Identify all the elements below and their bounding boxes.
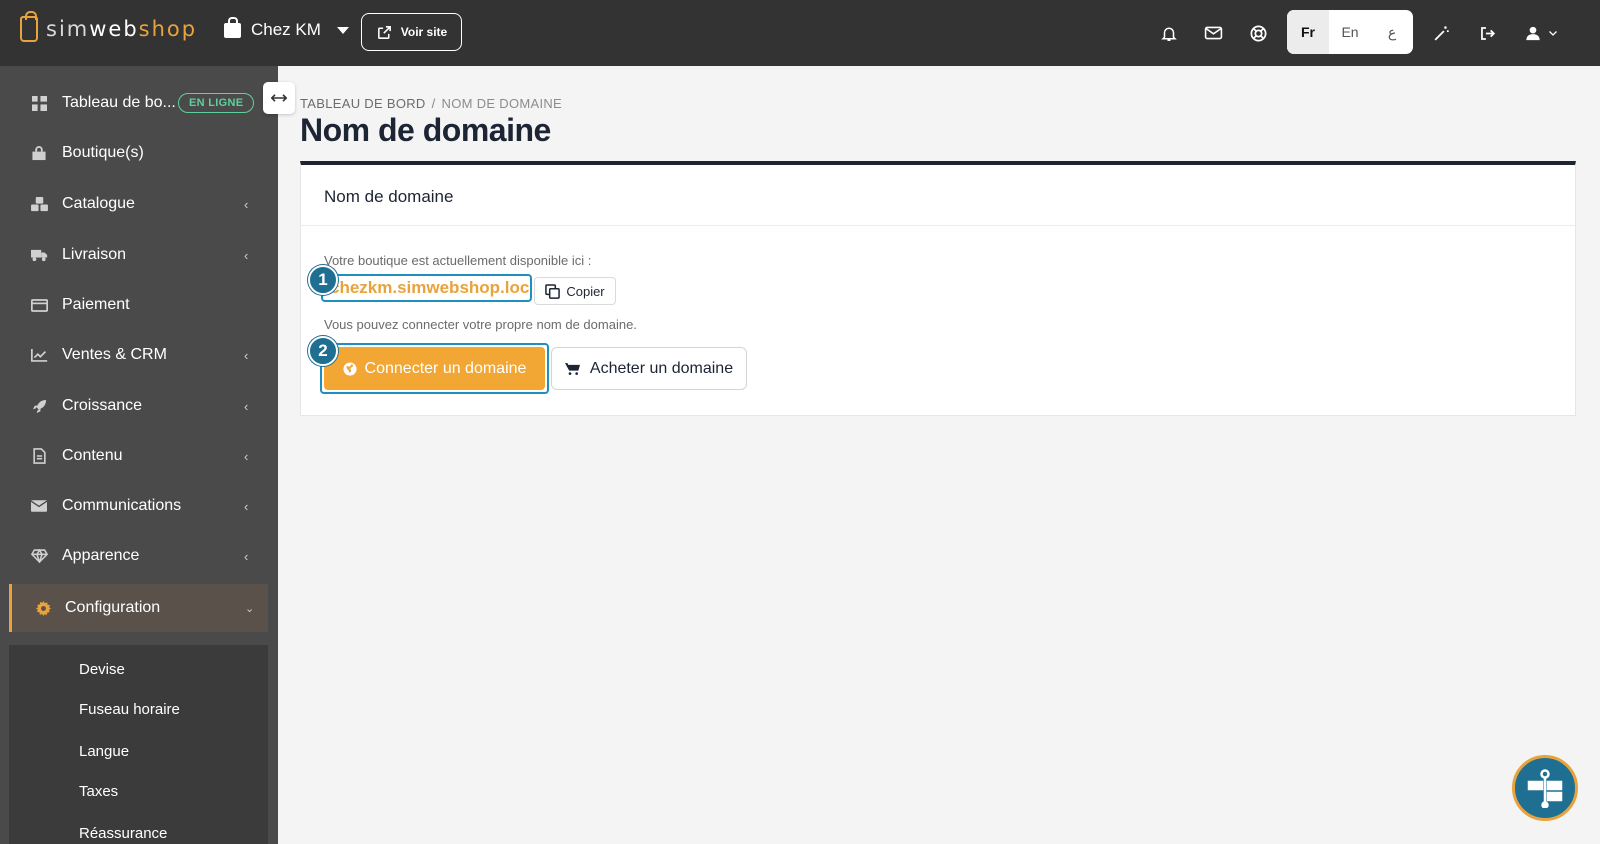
- chevron-left-icon: ‹: [244, 247, 249, 263]
- chevron-left-icon: ‹: [244, 548, 249, 564]
- sidebar-item-configuration[interactable]: Configuration ⌄: [9, 584, 268, 632]
- sitemap-icon: [1527, 769, 1563, 808]
- sidebar-item-label: Configuration: [65, 599, 161, 616]
- chart-icon: [30, 346, 48, 364]
- submenu-item-currency[interactable]: Devise: [79, 661, 125, 678]
- sidebar-item-label: Tableau de bo...: [62, 94, 176, 111]
- sidebar-item-label: Communications: [62, 497, 182, 514]
- chevron-left-icon: ‹: [244, 347, 249, 363]
- submenu-item-language[interactable]: Langue: [79, 743, 129, 760]
- breadcrumb-separator: /: [431, 96, 436, 111]
- user-icon: [1526, 26, 1540, 40]
- domain-card: Nom de domaine Votre boutique est actuel…: [300, 161, 1576, 416]
- own-domain-text: Vous pouvez connecter votre propre nom d…: [324, 317, 637, 332]
- chevron-left-icon: ‹: [244, 448, 249, 464]
- view-site-label: Voir site: [400, 25, 448, 39]
- truck-icon: [30, 246, 48, 264]
- caret-down-icon: [336, 26, 349, 34]
- logo-text: simwebshop: [46, 17, 198, 41]
- chevron-left-icon: ‹: [244, 398, 249, 414]
- catalog-icon: [30, 195, 48, 213]
- chevron-down-icon: [1549, 31, 1557, 36]
- top-bar: simwebshop Chez KM Voir site Fr En ع: [0, 0, 1600, 66]
- logout-icon[interactable]: [1474, 20, 1500, 46]
- sidebar-item-label: Croissance: [62, 397, 143, 414]
- sidebar-item-stores[interactable]: Boutique(s): [0, 130, 268, 176]
- shopping-bag-icon: [224, 16, 241, 38]
- breadcrumb-root[interactable]: TABLEAU DE BORD: [300, 96, 426, 111]
- sidebar-item-label: Apparence: [62, 547, 140, 564]
- copy-label: Copier: [566, 283, 605, 299]
- breadcrumb-current: NOM DE DOMAINE: [441, 96, 563, 111]
- buy-domain-label: Acheter un domaine: [589, 359, 734, 377]
- card-title: Nom de domaine: [324, 187, 454, 206]
- page-title: Nom de domaine: [300, 112, 551, 148]
- configuration-submenu: Devise Fuseau horaire Langue Taxes Réass…: [9, 645, 268, 844]
- lang-en[interactable]: En: [1329, 10, 1371, 54]
- envelope-icon: [30, 497, 48, 515]
- globe-icon: [342, 361, 357, 376]
- submenu-item-taxes[interactable]: Taxes: [79, 783, 118, 800]
- current-domain-field[interactable]: chezkm.simwebshop.loc: [321, 274, 532, 302]
- copy-icon: [545, 283, 561, 299]
- sidebar-item-shipping[interactable]: Livraison ‹: [0, 232, 268, 278]
- sidebar-item-sales-crm[interactable]: Ventes & CRM ‹: [0, 332, 268, 378]
- rocket-icon: [30, 397, 48, 415]
- diamond-icon: [30, 547, 48, 565]
- shopping-cart-icon: [564, 362, 580, 375]
- simwebshop-logo[interactable]: simwebshop: [20, 11, 198, 42]
- step-marker-2: 2: [308, 336, 338, 366]
- mail-icon[interactable]: [1200, 20, 1226, 46]
- shop-switcher[interactable]: Chez KM: [224, 16, 349, 40]
- sidebar-toggle-button[interactable]: [263, 82, 295, 114]
- chevron-left-icon: ‹: [244, 498, 249, 514]
- breadcrumb: TABLEAU DE BORD / NOM DE DOMAINE: [300, 96, 562, 111]
- sidebar-item-label: Livraison: [62, 246, 127, 263]
- sidebar-item-payment[interactable]: Paiement: [0, 282, 268, 328]
- dashboard-icon: [30, 94, 48, 112]
- availability-text: Votre boutique est actuellement disponib…: [324, 253, 592, 268]
- gear-icon: [34, 599, 52, 617]
- sidebar-item-label: Contenu: [62, 447, 123, 464]
- lang-ar[interactable]: ع: [1371, 10, 1413, 54]
- sidebar-item-label: Boutique(s): [62, 144, 144, 161]
- connect-domain-label: Connecter un domaine: [364, 359, 527, 377]
- sidebar-item-label: Paiement: [62, 296, 130, 313]
- submenu-item-reassurance[interactable]: Réassurance: [79, 825, 167, 842]
- sidebar-item-content[interactable]: Contenu ‹: [0, 433, 268, 479]
- submenu-item-timezone[interactable]: Fuseau horaire: [79, 701, 180, 718]
- view-site-button[interactable]: Voir site: [361, 13, 462, 51]
- support-icon[interactable]: [1245, 20, 1271, 46]
- sidebar-item-communications[interactable]: Communications ‹: [0, 483, 268, 529]
- step-marker-1: 1: [308, 265, 338, 295]
- store-icon: [30, 144, 48, 162]
- credit-card-icon: [30, 296, 48, 314]
- copy-button[interactable]: Copier: [534, 277, 616, 305]
- sidebar-item-growth[interactable]: Croissance ‹: [0, 383, 268, 429]
- buy-domain-button[interactable]: Acheter un domaine: [551, 347, 747, 390]
- chevron-down-icon: ⌄: [245, 602, 255, 615]
- lang-fr[interactable]: Fr: [1287, 10, 1329, 54]
- sidebar-item-label: Ventes & CRM: [62, 346, 167, 363]
- sidebar-item-appearance[interactable]: Apparence ‹: [0, 533, 268, 579]
- external-link-icon: [377, 25, 391, 39]
- sidebar-item-dashboard[interactable]: Tableau de bo... EN LIGNE: [0, 80, 268, 126]
- chevron-left-icon: ‹: [244, 196, 249, 212]
- shopping-bag-logo-icon: [20, 11, 38, 42]
- sidebar-item-catalog[interactable]: Catalogue ‹: [0, 181, 268, 227]
- sidebar-item-label: Catalogue: [62, 195, 135, 212]
- document-icon: [30, 447, 48, 465]
- connect-domain-button[interactable]: Connecter un domaine: [324, 347, 545, 390]
- shop-name: Chez KM: [251, 20, 321, 39]
- card-divider: [301, 225, 1575, 226]
- magic-wand-icon[interactable]: [1428, 20, 1454, 46]
- horizontal-arrows-icon: [271, 94, 287, 102]
- online-status-badge: EN LIGNE: [178, 93, 255, 113]
- bell-icon[interactable]: [1156, 20, 1182, 46]
- language-switcher: Fr En ع: [1287, 10, 1413, 54]
- user-menu[interactable]: [1520, 20, 1564, 46]
- help-widget-button[interactable]: [1512, 755, 1578, 821]
